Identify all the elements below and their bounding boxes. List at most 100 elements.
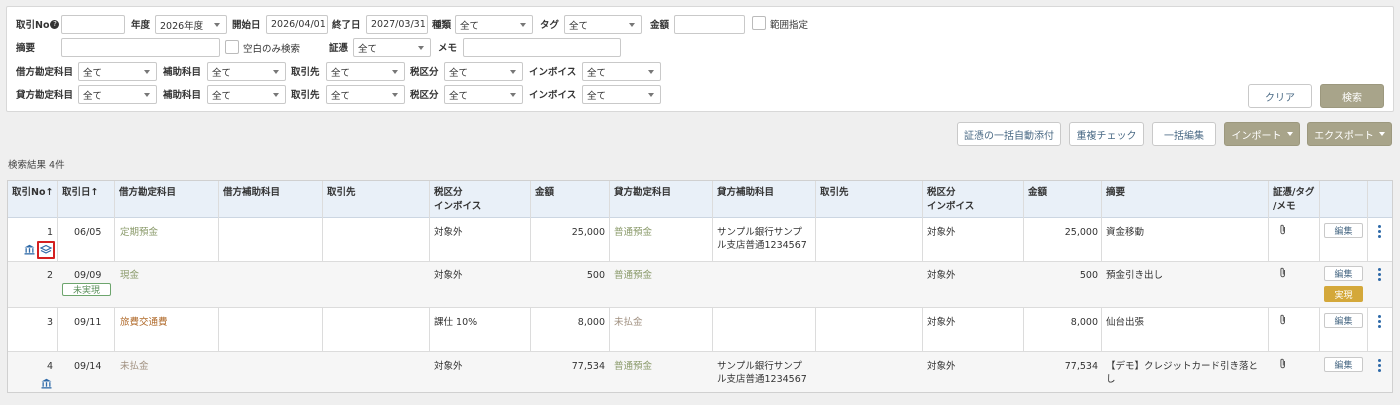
cell-debit-account[interactable]: 旅費交通費 (120, 316, 168, 329)
cell-date: 09/11 (74, 317, 102, 328)
credit-partner-select[interactable]: 全て (326, 85, 405, 104)
bank-icon[interactable] (24, 244, 35, 255)
debit-account-select[interactable]: 全て (78, 62, 157, 81)
debit-sub-label: 補助科目 (163, 67, 202, 78)
shohyo-label: 証憑 (329, 43, 349, 54)
cell-credit-account[interactable]: 普通預金 (614, 360, 652, 373)
end-date-label: 終了日 (332, 20, 361, 31)
header-debit-sub: 借方補助科目 (223, 187, 281, 198)
memo-input[interactable] (463, 38, 621, 57)
torihiki-no-label: 取引No (16, 20, 50, 31)
tag-select[interactable]: 全て (564, 15, 642, 34)
cell-credit-account[interactable]: 普通預金 (614, 226, 652, 239)
debit-partner-select[interactable]: 全て (326, 62, 405, 81)
paperclip-icon[interactable] (1279, 267, 1287, 278)
vertical-ellipsis-icon[interactable] (1378, 359, 1382, 373)
header-doc-2: /メモ (1273, 201, 1296, 212)
vertical-ellipsis-icon[interactable] (1378, 268, 1382, 282)
tekiyo-input[interactable] (61, 38, 220, 57)
edit-button[interactable]: 編集 (1324, 266, 1363, 281)
paperclip-icon[interactable] (1279, 224, 1287, 235)
layers-icon[interactable] (37, 241, 55, 259)
cell-debit-tax: 対象外 (434, 227, 463, 238)
cell-debit-account[interactable]: 未払金 (120, 360, 149, 373)
cell-credit-tax: 対象外 (927, 227, 956, 238)
edit-button[interactable]: 編集 (1324, 357, 1363, 372)
credit-account-select[interactable]: 全て (78, 85, 157, 104)
realize-button[interactable]: 実現 (1324, 286, 1363, 302)
table-row[interactable]: 4 09/14 未払金 対象外 77,534 普通預金 サンプル銀行サンプ ル支… (8, 352, 1392, 392)
debit-account-label: 借方勘定科目 (16, 67, 74, 78)
credit-partner-label: 取引先 (291, 90, 320, 101)
result-count: 検索結果 4件 (8, 160, 65, 171)
auto-attach-button[interactable]: 証憑の一括自動添付 (957, 122, 1061, 146)
cell-credit-tax: 対象外 (927, 361, 956, 372)
cell-no: 3 (46, 317, 53, 328)
header-no[interactable]: 取引No↑ (12, 186, 53, 199)
import-button[interactable]: インポート (1224, 122, 1300, 146)
cell-credit-tax: 対象外 (927, 317, 956, 328)
cell-credit-account[interactable]: 普通預金 (614, 269, 652, 282)
table-row[interactable]: 2 09/09 未実現 現金 対象外 500 普通預金 対象外 500 預金引き… (8, 262, 1392, 308)
edit-button[interactable]: 編集 (1324, 223, 1363, 238)
search-filter-panel: 取引No ? 年度 2026年度 開始日 2026/04/01 終了日 2027… (6, 6, 1394, 112)
paperclip-icon[interactable] (1279, 314, 1287, 325)
dup-check-button[interactable]: 重複チェック (1069, 122, 1144, 146)
shohyo-select[interactable]: 全て (353, 38, 431, 57)
header-debit-account: 借方勘定科目 (119, 187, 177, 198)
journal-table: 取引No↑ 取引日↑ 借方勘定科目 借方補助科目 取引先 税区分 インボイス 金… (7, 180, 1393, 393)
tag-label: タグ (540, 20, 560, 31)
range-checkbox[interactable] (752, 16, 766, 30)
help-icon[interactable]: ? (50, 19, 60, 29)
table-row[interactable]: 3 09/11 旅費交通費 課仕 10% 8,000 未払金 対象外 8,000… (8, 308, 1392, 352)
cell-summary-2: し (1106, 374, 1116, 385)
export-button[interactable]: エクスポート (1307, 122, 1392, 146)
credit-tax-select[interactable]: 全て (444, 85, 523, 104)
credit-invoice-select[interactable]: 全て (582, 85, 661, 104)
debit-invoice-select[interactable]: 全て (582, 62, 661, 81)
cell-no: 2 (46, 270, 53, 281)
torihiki-no-label-wrap: 取引No ? (16, 14, 60, 34)
header-credit-partner: 取引先 (820, 187, 849, 198)
clear-button[interactable]: クリア (1248, 84, 1312, 108)
kingaku-input[interactable] (674, 15, 745, 34)
debit-sub-select[interactable]: 全て (207, 62, 286, 81)
nendo-select[interactable]: 2026年度 (155, 15, 227, 34)
table-row[interactable]: 1 06/05 定期預金 対象外 25,000 普通預金 サンプル銀行サンプ ル… (8, 218, 1392, 262)
tekiyo-label: 摘要 (16, 43, 36, 54)
start-date-input[interactable]: 2026/04/01 (266, 15, 328, 34)
unrealized-badge[interactable]: 未実現 (62, 283, 111, 296)
header-date[interactable]: 取引日↑ (62, 186, 98, 199)
cell-debit-amount: 8,000 (577, 317, 605, 328)
header-summary: 摘要 (1106, 187, 1126, 198)
cell-date: 09/14 (74, 361, 102, 372)
cell-debit-account[interactable]: 定期預金 (120, 226, 158, 239)
debit-tax-label: 税区分 (410, 67, 439, 78)
cell-credit-account[interactable]: 未払金 (614, 316, 643, 329)
table-header: 取引No↑ 取引日↑ 借方勘定科目 借方補助科目 取引先 税区分 インボイス 金… (8, 181, 1392, 218)
cell-summary: 預金引き出し (1106, 270, 1164, 281)
cell-date: 09/09 (74, 270, 102, 281)
paperclip-icon[interactable] (1279, 358, 1287, 369)
cell-credit-amount: 500 (1079, 270, 1098, 281)
cell-credit-amount: 8,000 (1070, 317, 1098, 328)
cell-credit-tax: 対象外 (927, 270, 956, 281)
vertical-ellipsis-icon[interactable] (1378, 315, 1382, 329)
bank-icon[interactable] (41, 378, 52, 389)
header-credit-tax-2: インボイス (927, 201, 975, 212)
credit-sub-select[interactable]: 全て (207, 85, 286, 104)
torihiki-no-input[interactable] (61, 15, 125, 34)
blank-only-label: 空白のみ検索 (243, 44, 301, 55)
blank-only-checkbox[interactable] (225, 40, 239, 54)
edit-button[interactable]: 編集 (1324, 313, 1363, 328)
memo-label: メモ (438, 43, 458, 54)
credit-invoice-label: インボイス (529, 90, 577, 101)
end-date-input[interactable]: 2027/03/31 (366, 15, 428, 34)
search-button[interactable]: 検索 (1320, 84, 1384, 108)
vertical-ellipsis-icon[interactable] (1378, 225, 1382, 239)
cell-debit-account[interactable]: 現金 (120, 269, 139, 282)
shurui-select[interactable]: 全て (455, 15, 533, 34)
bulk-edit-button[interactable]: 一括編集 (1152, 122, 1216, 146)
debit-tax-select[interactable]: 全て (444, 62, 523, 81)
cell-credit-amount: 25,000 (1064, 227, 1098, 238)
